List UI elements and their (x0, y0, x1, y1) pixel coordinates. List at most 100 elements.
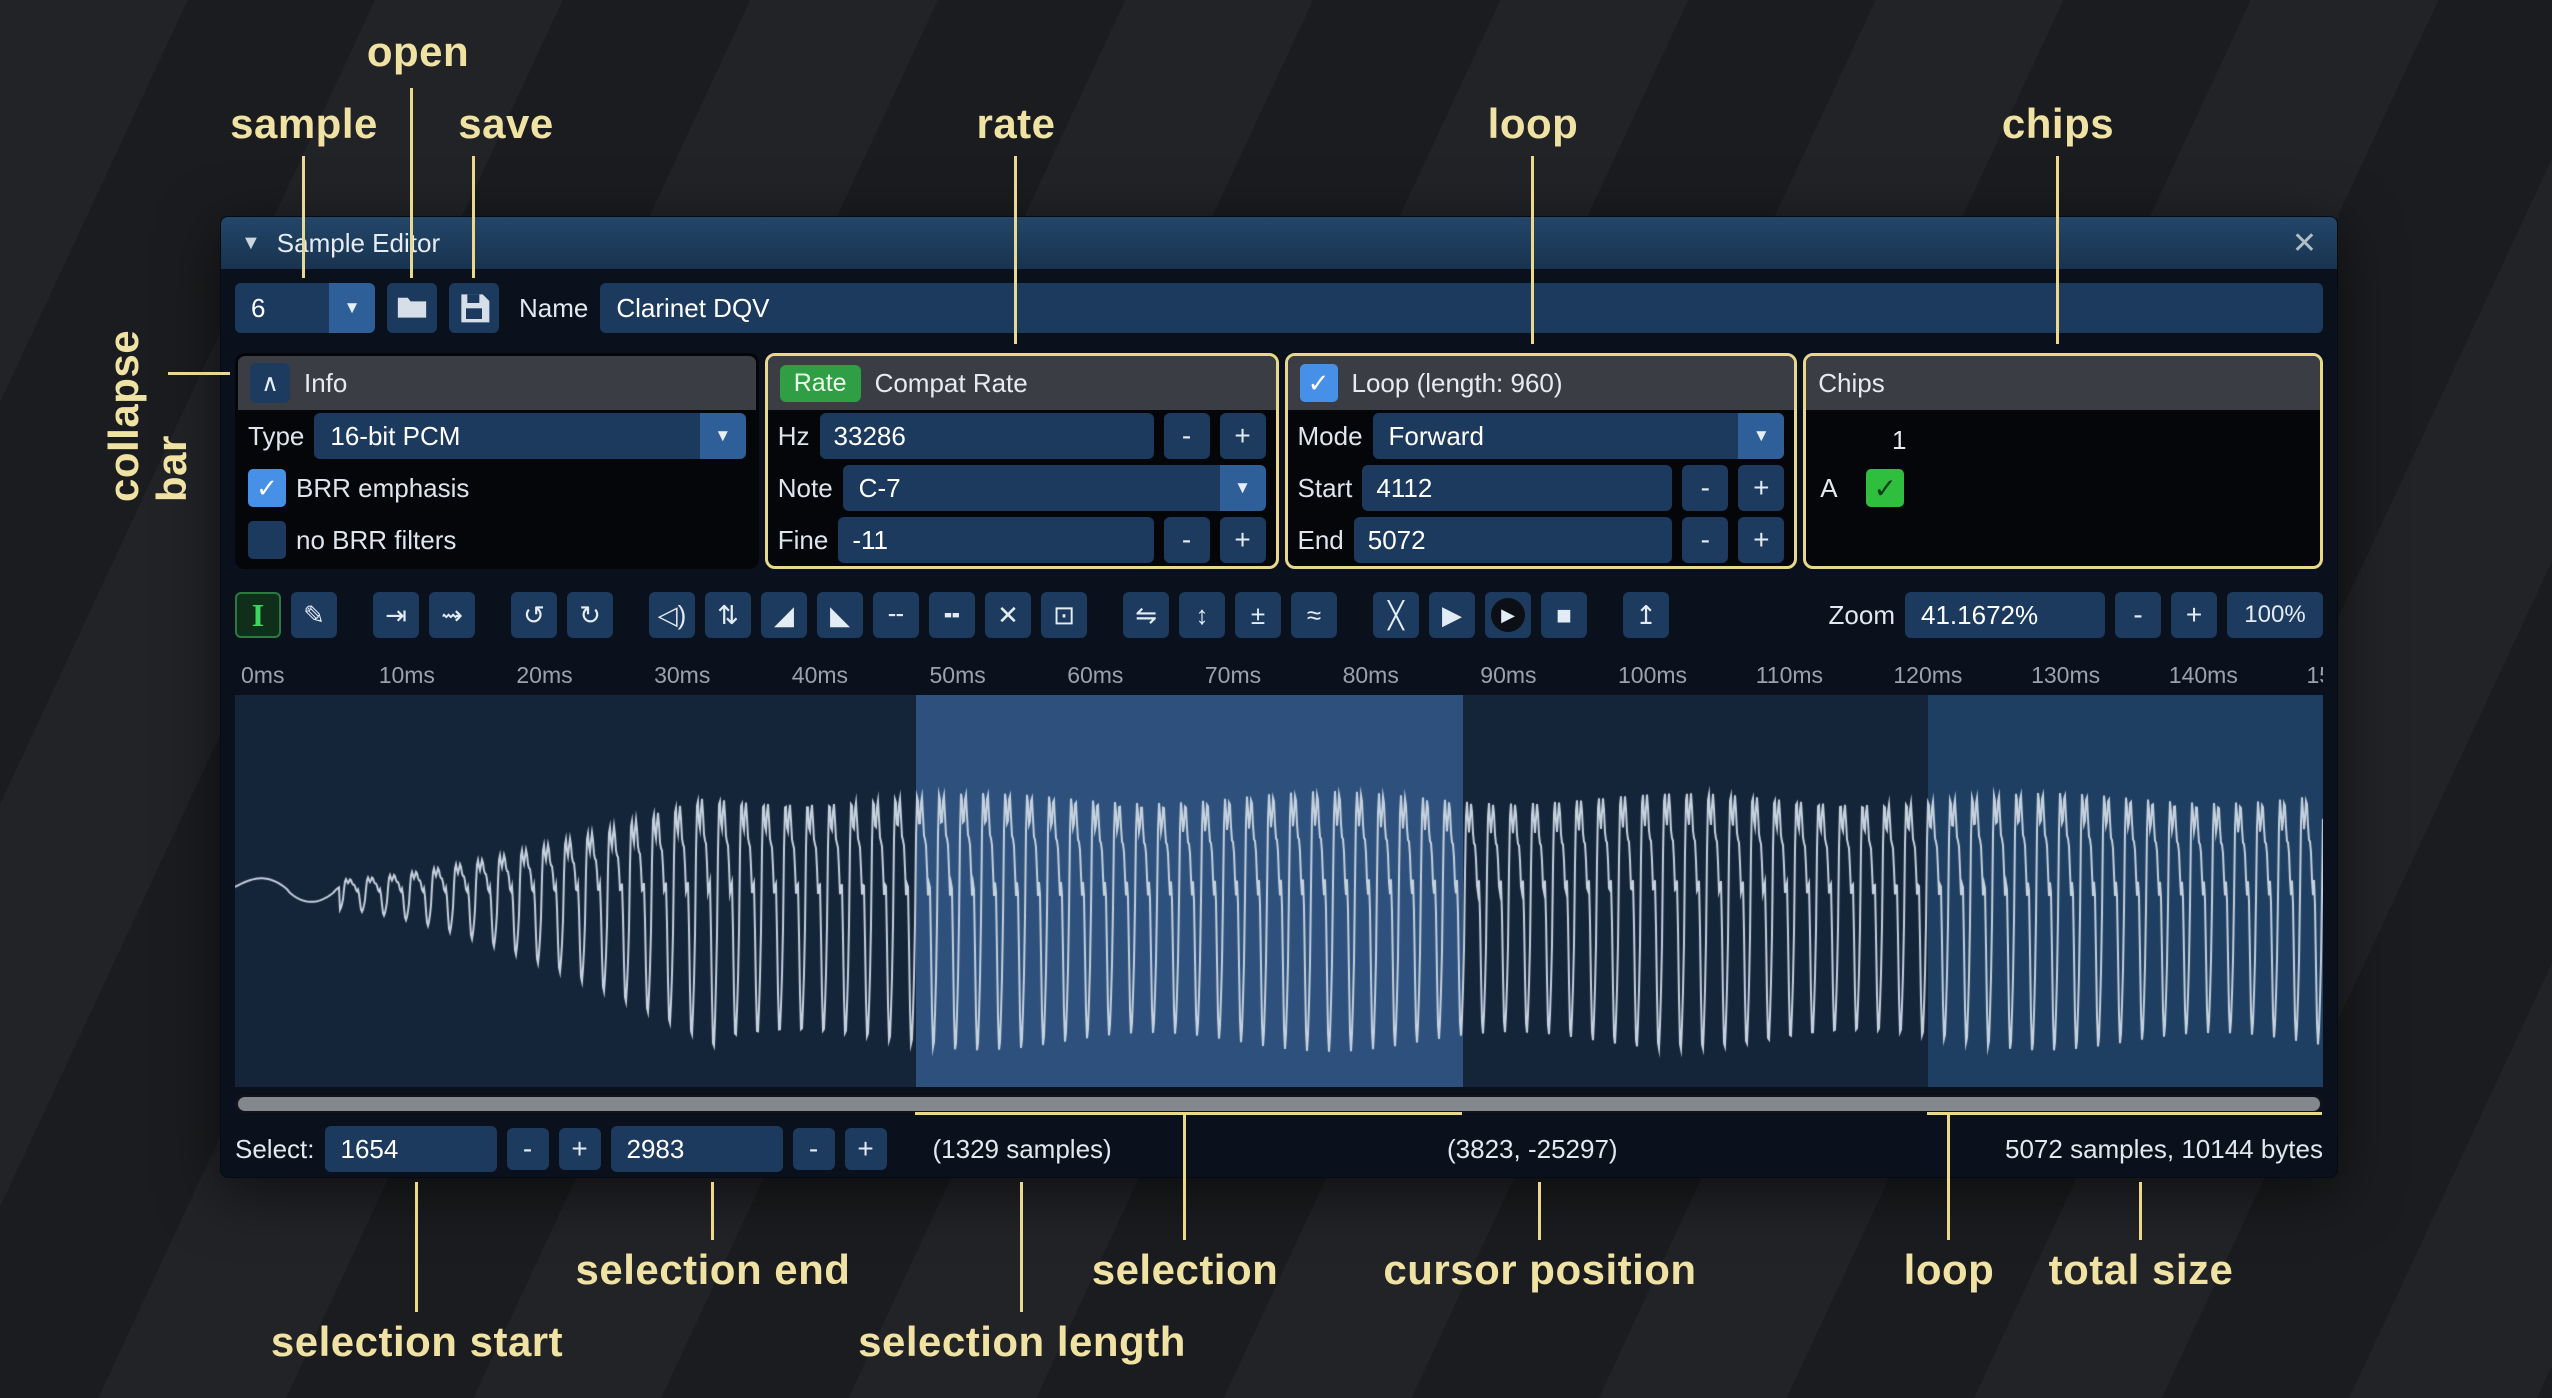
ruler-label: 40ms (792, 662, 848, 689)
loop-enable-checkbox[interactable]: ✓ (1300, 364, 1338, 402)
loop-header-label: Loop (length: 960) (1352, 368, 1563, 399)
delete-button[interactable]: ✕ (985, 592, 1031, 638)
no-brr-filters-label: no BRR filters (296, 525, 456, 556)
hz-minus-button[interactable]: - (1164, 413, 1210, 459)
crossfade-loop-button[interactable]: ╳ (1373, 592, 1419, 638)
stop-preview-button[interactable]: ■ (1541, 592, 1587, 638)
loop-end-plus-button[interactable]: + (1738, 517, 1784, 563)
sign-invert-button[interactable]: ± (1235, 592, 1281, 638)
annotation-line (302, 156, 305, 278)
chips-panel: Chips 1 A ✓ (1803, 353, 2323, 569)
annotation-line (1020, 1182, 1023, 1312)
selection-length-text: (1329 samples) (933, 1134, 1112, 1165)
draw-mode-button[interactable]: ✎ (291, 592, 337, 638)
annotation-chips: chips (2002, 100, 2114, 148)
preview-loop-button[interactable]: ▶ (1485, 592, 1531, 638)
loop-start-minus-button[interactable]: - (1682, 465, 1728, 511)
open-sample-button[interactable] (387, 283, 437, 333)
undo-button[interactable]: ↺ (511, 592, 557, 638)
insert-silence-button[interactable]: ╌ (873, 592, 919, 638)
folder-icon (395, 290, 429, 327)
fade-in-button[interactable]: ◢ (761, 592, 807, 638)
name-label: Name (519, 293, 588, 324)
loop-end-input[interactable] (1354, 517, 1672, 563)
fine-input[interactable] (838, 517, 1153, 563)
ruler-label: 130ms (2031, 662, 2100, 689)
amplify-button[interactable]: ◁) (649, 592, 695, 638)
annotation-total-size: total size (2049, 1246, 2234, 1294)
edit-mode-button[interactable]: I (235, 592, 281, 638)
hz-input[interactable] (820, 413, 1154, 459)
normalize-button[interactable]: ⇅ (705, 592, 751, 638)
preview-button[interactable]: ▶ (1429, 592, 1475, 638)
type-dropdown[interactable]: 16-bit PCM ▼ (314, 413, 745, 459)
annotation-selection: selection (1092, 1246, 1279, 1294)
save-sample-button[interactable] (449, 283, 499, 333)
waveform-canvas[interactable] (235, 695, 2323, 1087)
selection-start-minus-button[interactable]: - (507, 1128, 549, 1170)
selection-end-input[interactable] (611, 1126, 783, 1172)
waveform[interactable] (235, 695, 2323, 1087)
fade-out-button[interactable]: ◣ (817, 592, 863, 638)
info-panel: ∧ Info Type 16-bit PCM ▼ ✓ BRR emphasis … (235, 353, 759, 569)
loop-start-label: Start (1298, 473, 1353, 504)
toolbar-icon: ╌ (888, 600, 904, 631)
resample-button[interactable]: ⇝ (429, 592, 475, 638)
loop-mode-dropdown[interactable]: Forward ▼ (1373, 413, 1785, 459)
chevron-down-icon[interactable]: ▼ (700, 413, 746, 459)
titlebar: ▼ Sample Editor ✕ (221, 217, 2337, 269)
ruler-label: 140ms (2169, 662, 2238, 689)
toolbar-icon: ■ (1556, 600, 1572, 631)
chevron-down-icon[interactable]: ▼ (1738, 413, 1784, 459)
selection-end-minus-button[interactable]: - (793, 1128, 835, 1170)
trim-button[interactable]: ⊡ (1041, 592, 1087, 638)
toolbar-icon: ⇥ (385, 600, 407, 631)
zoom-out-button[interactable]: - (2115, 592, 2161, 638)
name-input[interactable] (600, 283, 2323, 333)
annotation-save: save (458, 100, 553, 148)
note-dropdown[interactable]: C-7 ▼ (843, 465, 1266, 511)
annotation-line (2056, 156, 2059, 344)
no-brr-filters-checkbox[interactable] (248, 521, 286, 559)
ruler-label: 20ms (516, 662, 572, 689)
filter-button[interactable]: ≈ (1291, 592, 1337, 638)
annotation-sample: sample (230, 100, 378, 148)
annotation-open: open (367, 28, 469, 76)
close-icon[interactable]: ✕ (2292, 226, 2317, 261)
sample-number-dropdown[interactable]: 6 ▼ (235, 283, 375, 333)
fine-plus-button[interactable]: + (1220, 517, 1266, 563)
selection-end-plus-button[interactable]: + (845, 1128, 887, 1170)
ruler-label: 10ms (379, 662, 435, 689)
toolbar-icon: I (252, 597, 264, 634)
zoom-in-button[interactable]: + (2171, 592, 2217, 638)
selection-start-input[interactable] (325, 1126, 497, 1172)
collapse-bar-button[interactable]: ∧ (250, 363, 290, 403)
note-value: C-7 (843, 473, 1220, 504)
reverse-button[interactable]: ⇋ (1123, 592, 1169, 638)
import-button[interactable]: ↥ (1623, 592, 1669, 638)
brr-emphasis-checkbox[interactable]: ✓ (248, 469, 286, 507)
loop-start-input[interactable] (1362, 465, 1672, 511)
scrollbar-thumb[interactable] (238, 1097, 2320, 1111)
zoom-input[interactable] (1905, 592, 2105, 638)
chevron-down-icon[interactable]: ▼ (1220, 465, 1266, 511)
invert-button[interactable]: ↕ (1179, 592, 1225, 638)
toolbar-icon: ↕ (1196, 600, 1209, 631)
hz-plus-button[interactable]: + (1220, 413, 1266, 459)
selection-start-plus-button[interactable]: + (559, 1128, 601, 1170)
ruler-label: 50ms (930, 662, 986, 689)
chevron-down-icon[interactable]: ▼ (329, 283, 375, 333)
zoom-reset-button[interactable]: 100% (2227, 592, 2323, 638)
loop-start-plus-button[interactable]: + (1738, 465, 1784, 511)
loop-end-minus-button[interactable]: - (1682, 517, 1728, 563)
redo-button[interactable]: ↻ (567, 592, 613, 638)
annotation-line (415, 1182, 418, 1312)
ruler-label: 60ms (1067, 662, 1123, 689)
window-collapse-icon[interactable]: ▼ (241, 232, 261, 255)
resize-button[interactable]: ⇥ (373, 592, 419, 638)
scrollbar-track[interactable] (235, 1095, 2323, 1113)
annotation-selection-end: selection end (576, 1246, 851, 1294)
fine-minus-button[interactable]: - (1164, 517, 1210, 563)
apply-silence-button[interactable]: ╍ (929, 592, 975, 638)
chip-enable-checkbox[interactable]: ✓ (1866, 469, 1904, 507)
